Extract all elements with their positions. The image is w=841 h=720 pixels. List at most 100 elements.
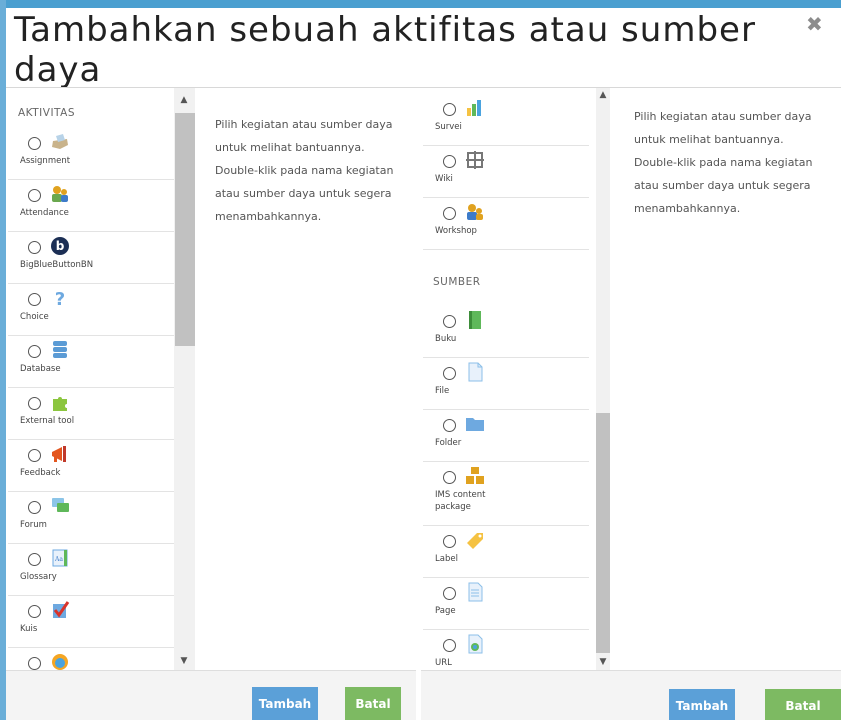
activity-item-workshop[interactable]: Workshop xyxy=(423,198,589,250)
puzzle-icon xyxy=(53,397,67,411)
file-icon xyxy=(468,362,483,382)
svg-text:b: b xyxy=(56,239,65,253)
activity-list[interactable]: AKTIVITAS Assignment Attendance b BigBlu… xyxy=(8,88,195,670)
radio-button[interactable] xyxy=(443,103,456,116)
activity-item-feedback[interactable]: Feedback xyxy=(8,440,174,492)
activity-label: Choice xyxy=(20,312,49,322)
activity-item-forum[interactable]: Forum xyxy=(8,492,174,544)
activity-item-assignment[interactable]: Assignment xyxy=(8,128,174,180)
radio-button[interactable] xyxy=(28,241,41,254)
resource-label: Buku xyxy=(435,334,457,344)
megaphone-icon xyxy=(52,446,66,462)
resource-item-file[interactable]: File xyxy=(423,358,589,410)
book-icon xyxy=(469,311,481,329)
resource-item-ims-content-package[interactable]: IMS content package xyxy=(423,462,589,526)
resource-label: Label xyxy=(435,554,458,564)
glossary-icon: Aa xyxy=(52,549,68,567)
activity-item-choice[interactable]: ? Choice xyxy=(8,284,174,336)
add-button[interactable]: Tambah xyxy=(669,689,735,720)
activity-label: Assignment xyxy=(20,156,71,166)
bigbluebutton-icon: b xyxy=(51,237,69,255)
right-scrollbar-thumb[interactable] xyxy=(596,413,610,653)
dialog-title: Tambahkan sebuah aktifitas atau sumber d… xyxy=(14,10,756,90)
scroll-down-icon[interactable]: ▼ xyxy=(177,656,191,666)
resource-label: URL xyxy=(435,658,452,668)
activity-label: Wiki xyxy=(435,174,453,184)
assignment-icon xyxy=(52,134,68,149)
radio-button[interactable] xyxy=(443,639,456,652)
resource-label: File xyxy=(435,386,450,396)
activity-label: Attendance xyxy=(20,208,69,218)
activity-label: Kuis xyxy=(20,624,38,634)
wiki-icon xyxy=(466,151,484,169)
help-line-2: Double-klik pada nama kegiatan atau sumb… xyxy=(634,156,813,215)
forum-icon xyxy=(52,498,69,512)
attendance-icon xyxy=(52,186,68,202)
resource-label: Folder xyxy=(435,438,462,448)
radio-button[interactable] xyxy=(28,345,41,358)
radio-button[interactable] xyxy=(28,553,41,566)
activity-item-survei[interactable]: Survei xyxy=(423,94,589,146)
activity-item-glossary[interactable]: Aa Glossary xyxy=(8,544,174,596)
scroll-up-icon[interactable]: ▲ xyxy=(177,95,191,105)
ims-package-icon xyxy=(466,467,484,484)
activity-item-database[interactable]: Database xyxy=(8,336,174,388)
resource-item-page[interactable]: Page xyxy=(423,578,589,630)
activity-label: Forum xyxy=(20,520,47,530)
survey-icon xyxy=(467,100,481,116)
radio-button[interactable] xyxy=(443,367,456,380)
radio-button[interactable] xyxy=(28,449,41,462)
chat-icon xyxy=(52,654,68,670)
radio-button[interactable] xyxy=(443,155,456,168)
scroll-down-icon[interactable]: ▼ xyxy=(596,657,610,667)
activity-item-kuis[interactable]: Kuis xyxy=(8,596,174,648)
radio-button[interactable] xyxy=(28,397,41,410)
resource-list[interactable]: Survei Wiki Workshop SUMBER Buku File Fo… xyxy=(423,88,611,670)
activity-item-attendance[interactable]: Attendance xyxy=(8,180,174,232)
resource-item-buku[interactable]: Buku xyxy=(423,306,589,358)
left-scrollbar-thumb[interactable] xyxy=(175,113,195,346)
activity-label: Glossary xyxy=(20,572,57,582)
radio-button[interactable] xyxy=(28,293,41,306)
radio-button[interactable] xyxy=(28,137,41,150)
cancel-button[interactable]: Batal xyxy=(345,687,401,720)
activity-label: Database xyxy=(20,364,61,374)
radio-button[interactable] xyxy=(28,605,41,618)
activity-item-wiki[interactable]: Wiki xyxy=(423,146,589,198)
activity-item-bigbluebuttonbn[interactable]: b BigBlueButtonBN xyxy=(8,232,174,284)
dialog-left-border xyxy=(0,0,6,720)
quiz-icon xyxy=(53,601,70,618)
label-icon xyxy=(467,533,483,549)
radio-button[interactable] xyxy=(443,471,456,484)
activity-label: External tool xyxy=(20,416,75,426)
activity-label: Workshop xyxy=(435,226,477,236)
help-line-2: Double-klik pada nama kegiatan atau sumb… xyxy=(215,164,394,223)
radio-button[interactable] xyxy=(28,189,41,202)
help-line-1: Pilih kegiatan atau sumber daya untuk me… xyxy=(634,110,812,146)
page-icon xyxy=(468,582,483,602)
add-button[interactable]: Tambah xyxy=(252,687,318,720)
radio-button[interactable] xyxy=(28,657,41,670)
dialog-top-strip xyxy=(0,0,841,8)
radio-button[interactable] xyxy=(443,587,456,600)
close-icon[interactable]: ✖ xyxy=(806,12,823,36)
cancel-button[interactable]: Batal xyxy=(765,689,841,720)
radio-button[interactable] xyxy=(28,501,41,514)
help-text-left: Pilih kegiatan atau sumber daya untuk me… xyxy=(215,113,415,228)
resource-item-url[interactable]: URL xyxy=(423,630,589,670)
radio-button[interactable] xyxy=(443,419,456,432)
resource-item-folder[interactable]: Folder xyxy=(423,410,589,462)
activity-label: BigBlueButtonBN xyxy=(20,260,94,270)
radio-button[interactable] xyxy=(443,315,456,328)
radio-button[interactable] xyxy=(443,535,456,548)
folder-icon xyxy=(466,418,484,431)
section-heading-activities: AKTIVITAS xyxy=(18,107,75,119)
scroll-up-icon[interactable]: ▲ xyxy=(596,90,610,100)
activity-label: Survei xyxy=(435,122,462,132)
activity-item-chat[interactable] xyxy=(8,648,174,670)
resource-label: IMS content xyxy=(435,490,486,500)
resource-item-label[interactable]: Label xyxy=(423,526,589,578)
resource-label-line2: package xyxy=(435,502,471,512)
activity-item-external-tool[interactable]: External tool xyxy=(8,388,174,440)
radio-button[interactable] xyxy=(443,207,456,220)
